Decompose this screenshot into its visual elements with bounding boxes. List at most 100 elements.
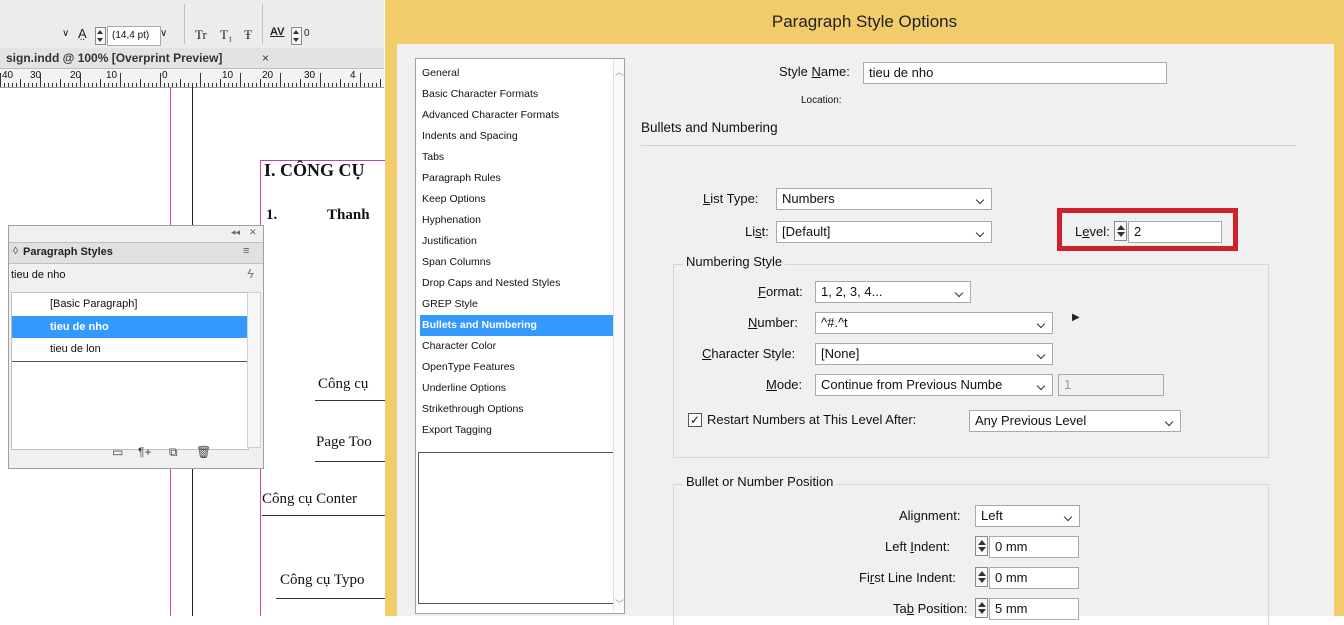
format-select[interactable]: 1, 2, 3, 4... (815, 281, 971, 303)
category-strikethrough-options[interactable]: Strikethrough Options (420, 399, 614, 420)
collapse-icon[interactable]: ◂◂ (231, 227, 240, 238)
category-bullets-and-numbering[interactable]: Bullets and Numbering (420, 315, 614, 336)
number-label: Number: (748, 315, 798, 330)
category-basic-character-formats[interactable]: Basic Character Formats (420, 84, 614, 105)
ruler-tick (284, 83, 285, 87)
ruler-label: 40 (2, 70, 14, 81)
ruler-tick (24, 83, 25, 87)
ruler-tick (104, 83, 105, 87)
ruler-tick (292, 83, 293, 87)
subscript-icon[interactable]: T₁ (220, 27, 232, 43)
position-group (673, 484, 1269, 625)
category-tabs[interactable]: Tabs (420, 147, 614, 168)
panel-menu-icon[interactable]: ≡ (243, 245, 249, 257)
divider (184, 4, 185, 44)
ruler-tick (180, 79, 181, 87)
chevron-down-icon[interactable]: ∨ (160, 28, 167, 39)
ruler-tick (120, 73, 121, 87)
category-keep-options[interactable]: Keep Options (420, 189, 614, 210)
first-line-indent-input[interactable]: 0 mm (989, 567, 1079, 589)
level-stepper[interactable] (1114, 221, 1127, 241)
first-line-indent-stepper[interactable] (975, 567, 988, 587)
ruler-tick (88, 83, 89, 87)
chevron-down-icon[interactable]: ﹀ (615, 597, 624, 610)
close-icon[interactable]: × (262, 51, 269, 65)
leading-stepper[interactable] (95, 27, 106, 45)
ruler-tick (4, 83, 5, 87)
style-item-basic-paragraph[interactable]: [Basic Paragraph] (12, 293, 248, 315)
scrollbar[interactable]: ︿ ﹀ (613, 59, 624, 611)
category-grep-style[interactable]: GREP Style (420, 294, 614, 315)
kerning-stepper[interactable] (291, 27, 302, 45)
left-indent-stepper[interactable] (975, 536, 988, 556)
close-icon[interactable]: ✕ (249, 227, 257, 238)
style-name-input[interactable]: tieu de nho (863, 62, 1167, 84)
leading-select[interactable]: (14,4 pt) (107, 26, 161, 46)
number-input[interactable]: ^#.^t (815, 312, 1053, 334)
level-input[interactable]: 2 (1128, 221, 1222, 243)
ruler-tick (308, 83, 309, 87)
tab-position-stepper[interactable] (975, 598, 988, 618)
ruler-tick (128, 83, 129, 87)
ruler-tick (52, 83, 53, 87)
folder-icon[interactable]: ▭ (112, 445, 123, 459)
category-export-tagging[interactable]: Export Tagging (420, 420, 614, 441)
left-indent-input[interactable]: 0 mm (989, 536, 1079, 558)
character-style-select[interactable]: [None] (815, 343, 1053, 365)
trash-icon[interactable]: 🗑 (196, 445, 211, 459)
ruler-tick (224, 83, 225, 87)
category-general[interactable]: General (420, 63, 614, 84)
tab-position-input[interactable]: 5 mm (989, 598, 1079, 620)
mode-select[interactable]: Continue from Previous Numbe (815, 374, 1053, 396)
all-caps-icon[interactable]: Tr (195, 27, 207, 43)
category-justification[interactable]: Justification (420, 231, 614, 252)
scrollbar[interactable] (247, 292, 261, 448)
mode-start-input[interactable]: 1 (1058, 374, 1164, 396)
ruler-tick (112, 83, 113, 87)
insert-special-character-icon[interactable]: ▶ (1072, 312, 1080, 323)
strikethrough-icon[interactable]: Ŧ (244, 27, 252, 43)
ruler-label: 0 (162, 70, 168, 81)
category-advanced-character-formats[interactable]: Advanced Character Formats (420, 105, 614, 126)
ruler-tick (264, 83, 265, 87)
document-tab[interactable]: sign.indd @ 100% [Overprint Preview] × (0, 48, 384, 69)
category-hyphenation[interactable]: Hyphenation (420, 210, 614, 231)
ruler-tick (220, 79, 221, 87)
style-item-tieu-de-nho[interactable]: tieu de nho (12, 316, 248, 338)
lightning-icon[interactable]: ϟ (247, 266, 254, 281)
ruler-tick (204, 83, 205, 87)
category-indents-and-spacing[interactable]: Indents and Spacing (420, 126, 614, 147)
document-heading: I. CÔNG CỤ (264, 160, 365, 180)
ruler-tick (364, 83, 365, 87)
category-character-color[interactable]: Character Color (420, 336, 614, 357)
clear-overrides-icon[interactable]: ¶+ (138, 445, 151, 459)
panel-header: ◊ Paragraph Styles ≡ (9, 242, 263, 264)
document-text: Công cụ Conter (262, 491, 357, 507)
chevron-down-icon[interactable]: ∨ (62, 28, 69, 39)
kerning-value[interactable]: 0 (304, 28, 310, 39)
category-opentype-features[interactable]: OpenType Features (420, 357, 614, 378)
horizontal-ruler[interactable]: 40 30 20 10 0 10 20 30 4 (0, 69, 384, 88)
category-underline-options[interactable]: Underline Options (420, 378, 614, 399)
alignment-select[interactable]: Left (975, 505, 1080, 527)
restart-select[interactable]: Any Previous Level (969, 410, 1181, 432)
new-style-icon[interactable]: ⧉ (169, 445, 178, 460)
category-paragraph-rules[interactable]: Paragraph Rules (420, 168, 614, 189)
kerning-icon: AV (270, 26, 285, 38)
chevron-up-icon[interactable]: ︿ (615, 65, 624, 78)
restart-checkbox[interactable]: ✓ (688, 413, 702, 427)
style-item-tieu-de-lon[interactable]: tieu de lon (12, 338, 248, 360)
divider (262, 4, 263, 44)
ruler-tick (236, 83, 237, 87)
ruler-tick (320, 73, 321, 87)
list-select[interactable]: [Default] (776, 221, 992, 243)
ruler-tick (380, 79, 381, 87)
document-text: Công cụ (318, 376, 369, 392)
document-text: Page Too (316, 434, 372, 450)
list-type-select[interactable]: Numbers (776, 188, 992, 210)
ruler-tick (368, 83, 369, 87)
ruler-tick (188, 83, 189, 87)
category-span-columns[interactable]: Span Columns (420, 252, 614, 273)
ruler-tick (196, 83, 197, 87)
category-drop-caps[interactable]: Drop Caps and Nested Styles (420, 273, 614, 294)
